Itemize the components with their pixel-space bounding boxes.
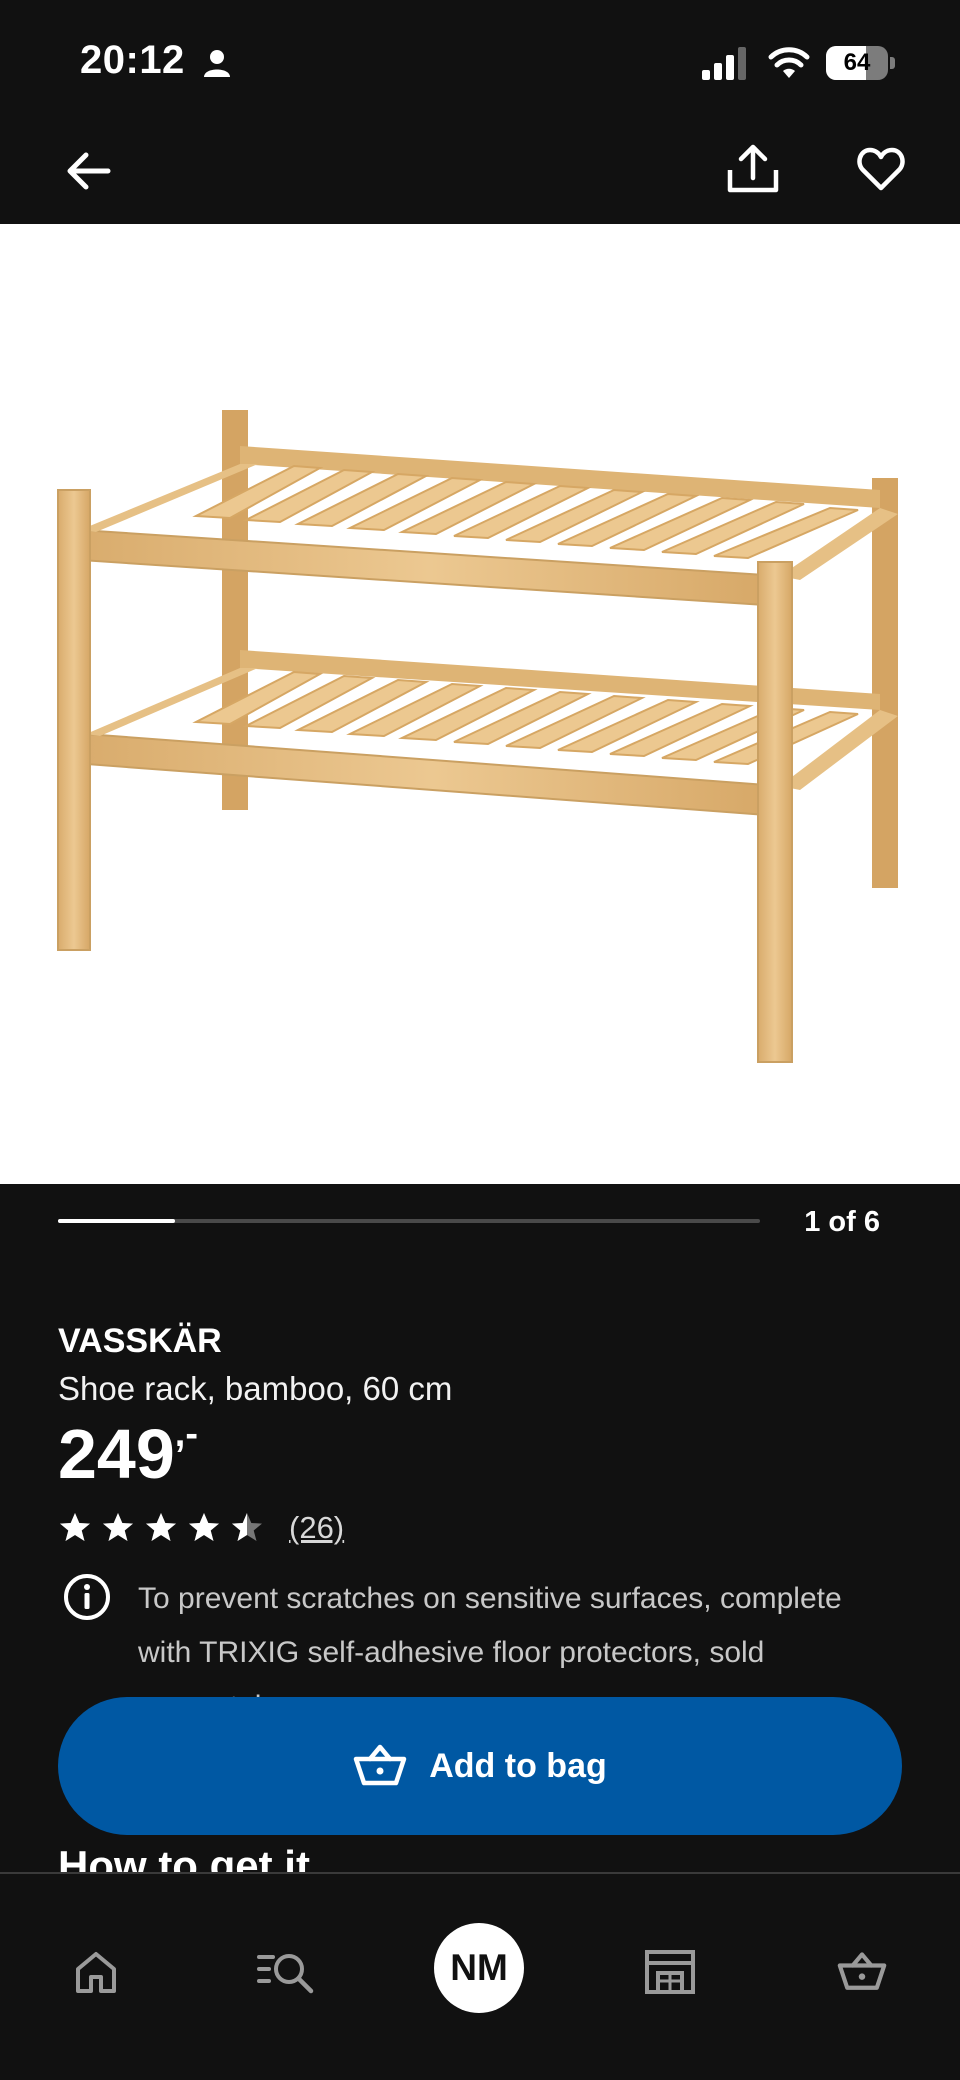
star-rating bbox=[58, 1511, 273, 1545]
image-pager-count: 1 of 6 bbox=[804, 1206, 880, 1238]
search-list-icon bbox=[257, 1954, 314, 1994]
product-image[interactable] bbox=[0, 224, 960, 1184]
signal-icon bbox=[702, 47, 746, 80]
nav-home[interactable] bbox=[56, 1932, 136, 2012]
price-amount: 249 bbox=[58, 1415, 175, 1493]
star-icon bbox=[189, 1513, 219, 1541]
back-button[interactable] bbox=[56, 138, 122, 204]
heart-icon bbox=[857, 147, 905, 191]
image-pager-progress bbox=[58, 1219, 175, 1223]
battery-level: 64 bbox=[843, 49, 871, 76]
nav-basket[interactable] bbox=[822, 1932, 902, 2012]
product-price: 249 ,- bbox=[58, 1414, 198, 1494]
person-icon bbox=[204, 50, 230, 77]
back-arrow-icon bbox=[67, 152, 111, 190]
price-suffix: ,- bbox=[174, 1413, 199, 1455]
wifi-icon bbox=[768, 47, 810, 78]
review-count-link[interactable]: (26) bbox=[289, 1510, 344, 1546]
star-icon bbox=[103, 1513, 133, 1541]
favorite-button[interactable] bbox=[848, 136, 914, 202]
status-time: 20:12 bbox=[80, 38, 185, 82]
basket-icon bbox=[837, 1952, 887, 1990]
product-name: VASSKÄR bbox=[58, 1322, 222, 1360]
star-icon bbox=[146, 1513, 176, 1541]
share-button[interactable] bbox=[720, 136, 786, 202]
product-notice-text: To prevent scratches on sensitive surfac… bbox=[138, 1582, 842, 1697]
info-icon bbox=[64, 1574, 110, 1620]
how-to-get-it-heading: How to get it bbox=[58, 1842, 310, 1874]
bottom-navigation: NM bbox=[0, 1872, 960, 2080]
add-to-bag-button[interactable]: Add to bag bbox=[58, 1697, 902, 1835]
nav-search[interactable] bbox=[246, 1932, 326, 2012]
battery-nub bbox=[890, 57, 895, 69]
battery-shell: 64 bbox=[826, 46, 888, 80]
home-icon bbox=[76, 1952, 116, 1993]
shoe-rack-illustration bbox=[57, 410, 898, 1063]
star-icon bbox=[60, 1513, 90, 1541]
image-pager-track bbox=[58, 1219, 760, 1223]
battery-icon: 64 bbox=[826, 46, 895, 80]
rating-row[interactable]: (26) bbox=[58, 1508, 344, 1548]
nav-stores[interactable] bbox=[630, 1932, 710, 2012]
star-icon bbox=[232, 1513, 262, 1541]
share-icon bbox=[727, 144, 779, 193]
product-description: Shoe rack, bamboo, 60 cm bbox=[58, 1370, 453, 1407]
add-to-bag-label: Add to bag bbox=[429, 1746, 607, 1785]
basket-icon bbox=[353, 1744, 407, 1786]
profile-avatar[interactable]: NM bbox=[434, 1923, 524, 2013]
store-icon bbox=[645, 1950, 695, 1994]
